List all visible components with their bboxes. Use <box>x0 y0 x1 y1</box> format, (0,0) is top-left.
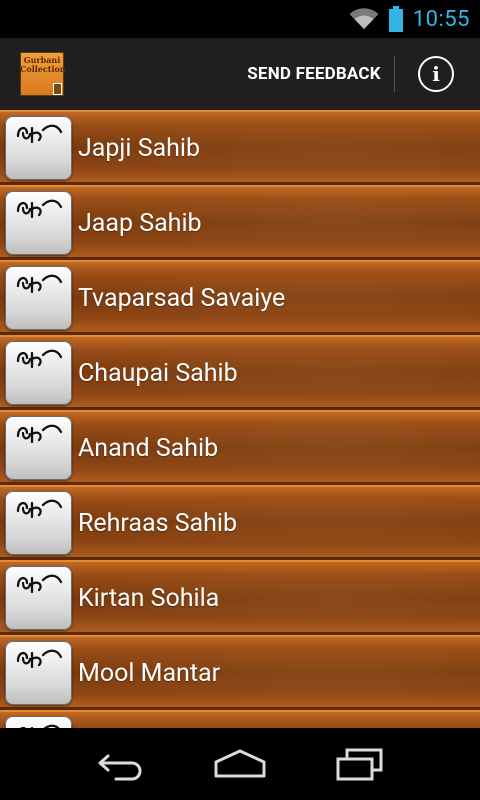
battery-icon <box>388 6 403 32</box>
list-item-label: Jaap Sahib <box>78 209 202 238</box>
list-item-chaupai-sahib[interactable]: Chaupai Sahib <box>0 335 480 408</box>
ik-onkar-icon <box>5 191 72 255</box>
list-item-jaap-sahib[interactable]: Jaap Sahib <box>0 185 480 258</box>
navigation-bar <box>0 728 480 800</box>
list-item-partial[interactable] <box>0 710 480 728</box>
list-item-label: Anand Sahib <box>78 434 219 463</box>
action-bar: Gurbani Collection SEND FEEDBACK i <box>0 38 480 112</box>
list-item-label: Mool Mantar <box>78 659 221 688</box>
info-button[interactable]: i <box>418 56 454 92</box>
status-bar: 10:55 <box>0 0 480 38</box>
ik-onkar-icon <box>5 266 72 330</box>
app-logo[interactable]: Gurbani Collection <box>20 52 66 96</box>
app-logo-text: Gurbani Collection <box>20 55 66 74</box>
back-icon[interactable] <box>90 746 150 782</box>
send-feedback-button[interactable]: SEND FEEDBACK <box>236 38 392 110</box>
home-icon[interactable] <box>210 746 270 782</box>
list-item-label: Tvaparsad Savaiye <box>78 284 286 313</box>
ik-onkar-icon <box>5 416 72 480</box>
list-item-label: Rehraas Sahib <box>78 509 238 538</box>
list-item-tvaparsad-savaiye[interactable]: Tvaparsad Savaiye <box>0 260 480 333</box>
wifi-icon <box>349 8 379 29</box>
info-icon: i <box>432 62 440 86</box>
status-clock: 10:55 <box>412 6 470 32</box>
recents-icon[interactable] <box>330 746 390 782</box>
ik-onkar-icon <box>5 641 72 705</box>
list-item-label: Chaupai Sahib <box>78 359 238 388</box>
ik-onkar-icon <box>5 116 72 180</box>
list-item-label: Kirtan Sohila <box>78 584 220 613</box>
action-bar-divider <box>394 56 395 92</box>
list-item-anand-sahib[interactable]: Anand Sahib <box>0 410 480 483</box>
ik-onkar-icon <box>5 716 72 728</box>
ik-onkar-icon <box>5 491 72 555</box>
list-item-japji-sahib[interactable]: Japji Sahib <box>0 110 480 183</box>
book-icon <box>53 83 62 95</box>
prayer-list[interactable]: Japji Sahib Jaap Sahib Tvaparsad Savaiye… <box>0 110 480 728</box>
list-item-label: Japji Sahib <box>78 134 201 163</box>
list-item-rehraas-sahib[interactable]: Rehraas Sahib <box>0 485 480 558</box>
ik-onkar-icon <box>5 341 72 405</box>
list-item-kirtan-sohila[interactable]: Kirtan Sohila <box>0 560 480 633</box>
list-item-mool-mantar[interactable]: Mool Mantar <box>0 635 480 708</box>
ik-onkar-icon <box>5 566 72 630</box>
